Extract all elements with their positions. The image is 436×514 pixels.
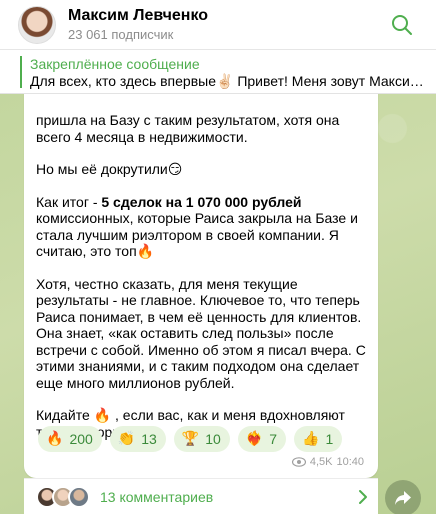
clap-icon: 👏 (117, 431, 136, 447)
reaction-count: 13 (141, 431, 157, 447)
commenter-avatars (36, 485, 90, 508)
pinned-title: Закреплённое сообщение (30, 56, 200, 72)
text-span: комиссионных, которые Раиса закрыла на Б… (36, 210, 358, 259)
chat-header: Максим Левченко 23 061 подписчик (0, 0, 436, 50)
comments-button[interactable]: 13 комментариев (24, 478, 378, 514)
message-paragraph: пришла на Базу с таким результатом, хотя… (36, 112, 340, 145)
search-icon[interactable] (390, 13, 414, 37)
reaction-thumbs-up[interactable]: 👍 1 (294, 426, 343, 452)
reaction-count: 10 (205, 431, 221, 447)
channel-title-block[interactable]: Максим Левченко 23 061 подписчик (68, 6, 208, 43)
pinned-message[interactable]: Закреплённое сообщение Для всех, кто зде… (0, 50, 436, 94)
comments-label: 13 комментариев (100, 488, 214, 505)
text-span: Как итог - (36, 193, 102, 210)
message-paragraph: Но мы её докрутили😏 (36, 161, 183, 177)
channel-avatar[interactable] (18, 5, 56, 44)
pinned-indicator (20, 56, 22, 88)
avatar (68, 485, 90, 508)
subscriber-count: 23 061 подписчик (68, 27, 174, 42)
eye-icon (291, 457, 306, 467)
chevron-right-icon (359, 490, 367, 504)
message-paragraph: Как итог - 5 сделок на 1 070 000 рублей … (36, 194, 366, 260)
reaction-trophy[interactable]: 🏆 10 (173, 426, 230, 452)
forward-button[interactable] (385, 480, 421, 514)
message-paragraph: Хотя, честно сказать, для меня текущие р… (36, 275, 366, 391)
reaction-count: 7 (269, 431, 278, 447)
pinned-text: Для всех, кто здесь впервые✌🏻 Привет! Ме… (30, 73, 430, 89)
reaction-heart-fire[interactable]: ❤️‍🔥 7 (237, 426, 287, 452)
reaction-clap[interactable]: 👏 13 (109, 426, 166, 452)
fire-icon: 🔥 (46, 431, 64, 447)
view-count: 4,5K (309, 456, 333, 468)
trophy-icon: 🏆 (181, 431, 200, 447)
message-text: пришла на Базу с таким результатом, хотя… (36, 112, 366, 456)
reaction-fire[interactable]: 🔥 200 (38, 426, 102, 452)
forward-icon (395, 491, 411, 505)
bold-text: 5 сделок на 1 070 000 рублей (101, 193, 302, 210)
reaction-count: 1 (325, 431, 334, 447)
reactions-row: 🔥 200 👏 13 🏆 10 ❤️‍🔥 7 👍 1 (38, 426, 343, 452)
channel-name: Максим Левченко (68, 7, 209, 24)
message-meta: 4,5K 10:40 (291, 456, 364, 468)
thumbs-up-icon: 👍 (302, 431, 320, 447)
message-time: 10:40 (336, 456, 364, 468)
heart-fire-icon: ❤️‍🔥 (245, 431, 264, 447)
reaction-count: 200 (69, 431, 93, 447)
